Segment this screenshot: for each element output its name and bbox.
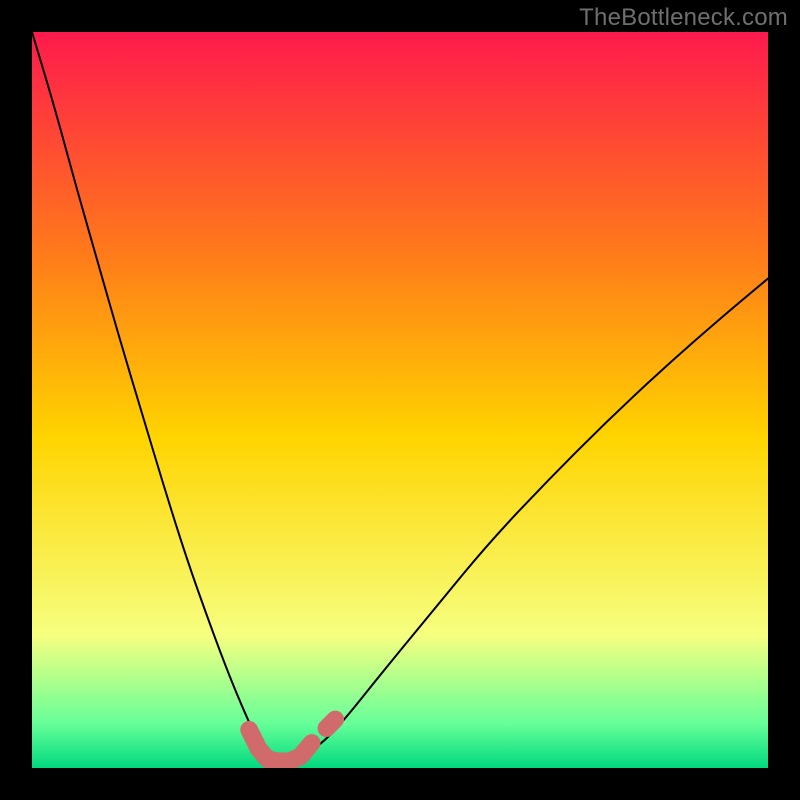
optimal-outlier (326, 719, 335, 728)
outer-frame: TheBottleneck.com (0, 0, 800, 800)
gradient-background (32, 32, 768, 768)
chart-plot (32, 32, 768, 768)
watermark-text: TheBottleneck.com (579, 4, 788, 32)
chart-svg (32, 32, 768, 768)
